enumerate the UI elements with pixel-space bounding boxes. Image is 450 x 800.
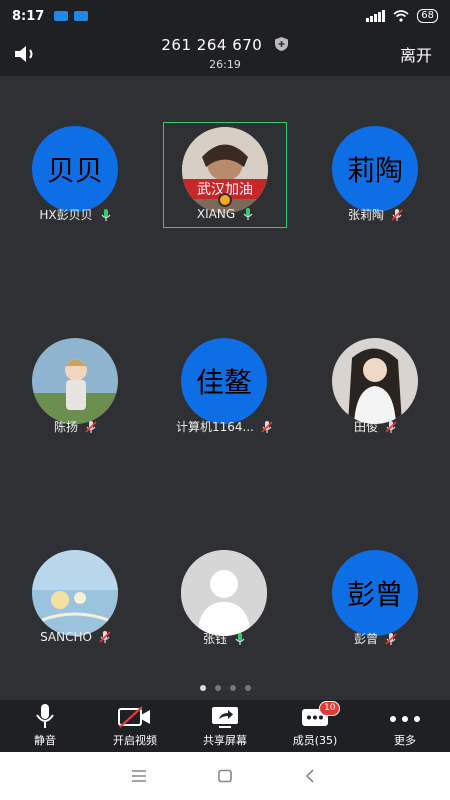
avatar (32, 338, 118, 424)
page-indicator[interactable] (0, 685, 450, 691)
mic-muted-icon (99, 631, 111, 643)
shield-icon (274, 37, 288, 51)
video-off-icon (118, 706, 150, 728)
mute-label: 静音 (34, 734, 56, 747)
avatar: 贝贝 (32, 126, 118, 212)
participant-tile[interactable]: 莉陶 张莉陶 (314, 122, 438, 228)
meeting-id-row[interactable]: 261 264 670 (0, 36, 450, 54)
participant-name: XIANG (196, 207, 236, 221)
participant-name: 张莉陶 (347, 208, 384, 222)
participant-tile[interactable]: 陈扬 (14, 334, 138, 440)
microphone-icon (36, 704, 54, 728)
photo-avatar (332, 338, 418, 424)
leave-button[interactable]: 离开 (400, 42, 432, 66)
mic-on-icon (243, 208, 253, 220)
start-video-label: 开启视频 (113, 734, 157, 747)
participant-name: 田俊 (353, 420, 378, 434)
participant-name: HX彭贝贝 (39, 208, 93, 222)
participant-tile[interactable]: 佳鳌 计算机1164... (163, 334, 287, 440)
host-badge (218, 193, 232, 207)
avatar (332, 338, 418, 424)
meeting-duration: 26:19 (209, 58, 241, 71)
participant-tile[interactable]: 武汉加油 XIANG (163, 122, 287, 228)
avatar: 佳鳌 (181, 338, 267, 424)
participant-grid: 贝贝 HX彭贝贝 武汉加油 XIANG 莉陶 张莉陶 陈扬 佳鳌 计算机1164… (0, 76, 450, 700)
participant-tile[interactable]: 贝贝 HX彭贝贝 (14, 122, 138, 228)
members-label: 成员(35) (292, 734, 338, 747)
more-button[interactable]: 更多 (360, 700, 450, 752)
participant-tile[interactable]: 田俊 (314, 334, 438, 440)
members-badge: 10 (319, 701, 341, 716)
photo-avatar (32, 338, 118, 424)
mic-muted-icon (385, 420, 397, 433)
back-icon[interactable] (303, 769, 319, 783)
page-dot[interactable] (199, 685, 206, 691)
photo-avatar (32, 550, 118, 636)
members-button[interactable]: 10 成员(35) (270, 700, 360, 752)
status-time: 8:17 (12, 8, 45, 24)
wifi-icon (393, 10, 409, 22)
more-label: 更多 (394, 734, 416, 747)
page-dot[interactable] (229, 685, 236, 691)
participant-name: 张钰 (202, 632, 227, 646)
page-dot[interactable] (244, 685, 251, 691)
avatar (181, 550, 267, 636)
mic-muted-icon (385, 632, 397, 645)
participant-tile[interactable]: 张钰 (163, 546, 287, 652)
battery-indicator: 68 (417, 9, 438, 23)
default-avatar-icon (181, 550, 267, 636)
meeting-header: 261 264 670 26:19 离开 (0, 32, 450, 76)
participant-name: 计算机1164... (176, 420, 254, 434)
menu-icon[interactable] (131, 769, 147, 783)
page-dot[interactable] (214, 685, 221, 691)
share-screen-button[interactable]: 共享屏幕 (180, 700, 270, 752)
participant-tile[interactable]: SANCHO (14, 546, 138, 652)
avatar (32, 550, 118, 636)
status-bar: 8:17 68 (0, 0, 450, 32)
avatar: 彭曾 (332, 550, 418, 636)
mic-muted-icon (261, 420, 273, 433)
mute-button[interactable]: 静音 (0, 700, 90, 752)
home-icon[interactable] (217, 769, 233, 783)
signal-icon (366, 10, 386, 22)
mic-muted-icon (85, 420, 97, 433)
mic-on-icon (235, 632, 245, 645)
system-nav-bar (0, 752, 450, 800)
participant-tile[interactable]: 彭曾 彭曾 (314, 546, 438, 652)
avatar: 莉陶 (332, 126, 418, 212)
mic-on-icon (101, 208, 111, 221)
share-screen-icon (212, 707, 238, 728)
participant-name: 陈扬 (53, 420, 78, 434)
participant-name: SANCHO (40, 630, 92, 644)
notification-icon (54, 11, 69, 21)
mic-muted-icon (391, 208, 403, 221)
app-notification-icon (74, 11, 89, 21)
more-icon (390, 716, 420, 722)
participant-name: 彭曾 (353, 632, 378, 646)
meeting-toolbar: 静音 开启视频 共享屏幕 10 成员(35) 更多 (0, 700, 450, 752)
share-screen-label: 共享屏幕 (203, 734, 247, 747)
meeting-id: 261 264 670 (161, 36, 263, 54)
start-video-button[interactable]: 开启视频 (90, 700, 180, 752)
